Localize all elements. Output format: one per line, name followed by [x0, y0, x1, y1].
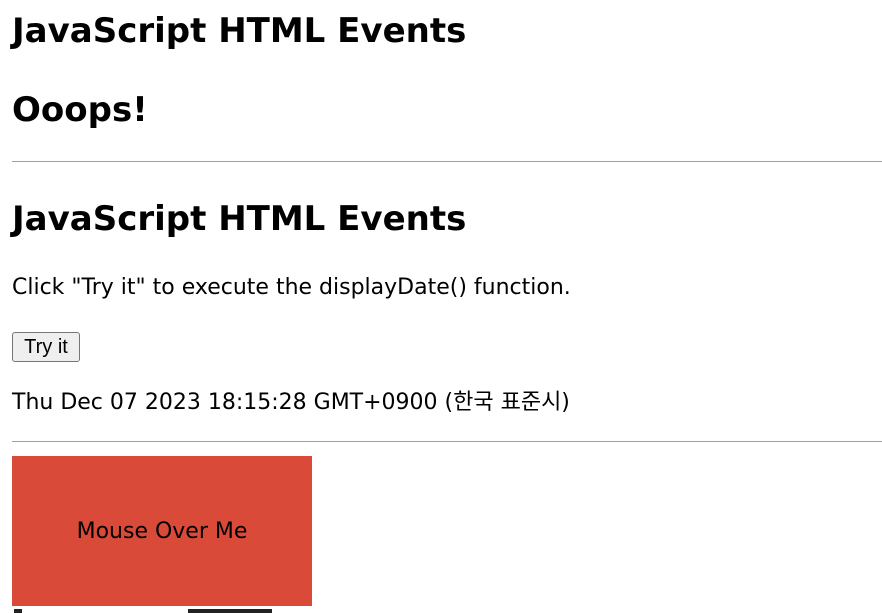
instructions-text: Click "Try it" to execute the displayDat…	[12, 275, 571, 300]
text-fragment	[14, 609, 22, 613]
events-title: JavaScript HTML Events	[12, 199, 467, 239]
text-fragment	[188, 609, 272, 613]
oops-heading: Ooops!	[12, 90, 148, 130]
try-it-button[interactable]: Try it	[12, 332, 80, 362]
divider	[12, 161, 882, 162]
clipped-text-line	[12, 606, 312, 613]
page-title: JavaScript HTML Events	[12, 11, 467, 51]
mouse-over-label: Mouse Over Me	[76, 518, 248, 544]
date-output: Thu Dec 07 2023 18:15:28 GMT+0900 (한국 표준…	[12, 390, 570, 415]
divider	[12, 441, 882, 442]
mouse-over-box[interactable]: Mouse Over Me	[12, 456, 312, 606]
